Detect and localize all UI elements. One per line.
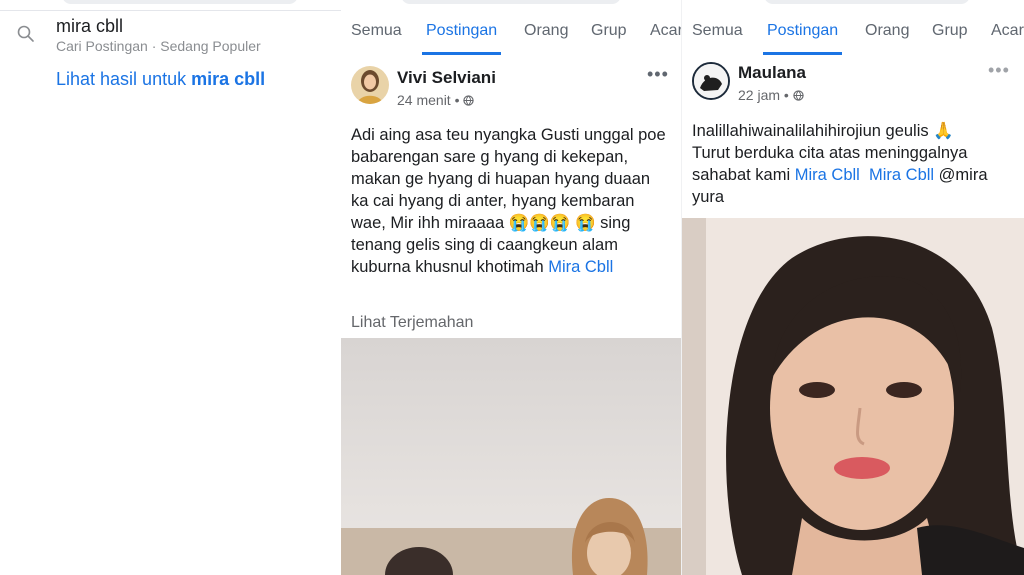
- post-author[interactable]: Maulana: [738, 63, 806, 83]
- post-author[interactable]: Vivi Selviani: [397, 68, 496, 88]
- post-photo[interactable]: [341, 338, 682, 575]
- post-body: Inalillahiwainalilahihirojiun geulis 🙏 T…: [692, 120, 1018, 208]
- tab-semua[interactable]: Semua: [692, 22, 743, 40]
- search-icon: [17, 25, 34, 42]
- post-meta: 24 menit •: [397, 92, 475, 108]
- tab-orang[interactable]: Orang: [865, 22, 909, 40]
- post-time[interactable]: 22 jam: [738, 87, 780, 103]
- tab-acara[interactable]: Acar: [650, 22, 682, 40]
- tab-acara[interactable]: Acar: [991, 22, 1024, 40]
- post-panel-1: Semua Postingan Orang Grup Acar Vivi Sel…: [341, 0, 682, 575]
- search-suggestion-query[interactable]: mira cbll: [56, 16, 123, 37]
- search-tabs: Semua Postingan Orang Grup Acar: [341, 0, 682, 58]
- see-results-query: mira cbll: [191, 69, 266, 89]
- post-body: Adi aing asa teu nyangka Gusti unggal po…: [351, 124, 671, 278]
- avatar[interactable]: [692, 62, 730, 100]
- post-body-line1: Inalillahiwainalilahihirojiun geulis: [692, 122, 934, 140]
- search-tabs: Semua Postingan Orang Grup Acar: [682, 0, 1024, 58]
- tab-orang[interactable]: Orang: [524, 22, 568, 40]
- mention-link[interactable]: Mira Cbll: [869, 166, 934, 184]
- praying-hands-emoji: 🙏: [933, 122, 954, 140]
- tab-grup[interactable]: Grup: [591, 22, 627, 40]
- search-bar-remnant[interactable]: [62, 0, 298, 4]
- globe-icon: [793, 90, 804, 101]
- search-suggestion-subtitle: Cari Postingan · Sedang Populer: [56, 38, 261, 54]
- tab-postingan[interactable]: Postingan: [767, 22, 838, 40]
- more-options-icon[interactable]: •••: [647, 64, 669, 85]
- see-translation-link[interactable]: Lihat Terjemahan: [351, 314, 473, 332]
- post-photo[interactable]: [682, 218, 1024, 575]
- post-time[interactable]: 24 menit: [397, 92, 451, 108]
- avatar[interactable]: [351, 66, 389, 104]
- active-tab-underline: [763, 52, 842, 55]
- crying-emoji: 😭: [574, 214, 596, 232]
- see-results-prefix: Lihat hasil untuk: [56, 69, 192, 89]
- more-options-icon[interactable]: •••: [988, 60, 1010, 81]
- search-suggestions-panel: mira cbll Cari Postingan · Sedang Popule…: [0, 0, 341, 575]
- tab-grup[interactable]: Grup: [932, 22, 968, 40]
- divider: [0, 10, 341, 11]
- tab-postingan[interactable]: Postingan: [426, 22, 497, 40]
- active-tab-underline: [422, 52, 501, 55]
- mention-link[interactable]: Mira Cbll: [795, 166, 860, 184]
- post-panel-2: Semua Postingan Orang Grup Acar Maulana …: [682, 0, 1024, 575]
- post-meta: 22 jam •: [738, 87, 804, 103]
- crying-emoji: 😭😭😭: [508, 214, 571, 232]
- see-results-link[interactable]: Lihat hasil untuk mira cbll: [56, 69, 265, 90]
- tab-semua[interactable]: Semua: [351, 22, 402, 40]
- mention-link[interactable]: Mira Cbll: [548, 258, 613, 276]
- globe-icon: [463, 95, 475, 106]
